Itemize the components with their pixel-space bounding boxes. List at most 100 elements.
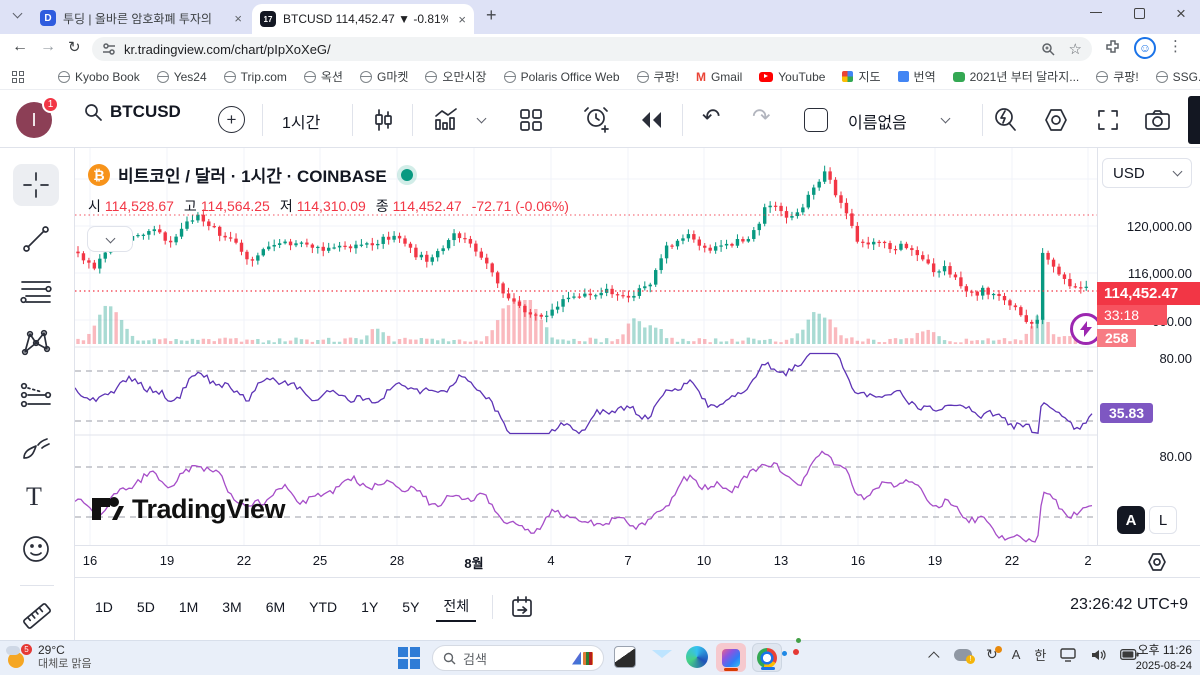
range-6m-button[interactable]: 6M xyxy=(259,595,292,619)
time-tick: 10 xyxy=(697,553,711,568)
redo-icon[interactable]: ↷ xyxy=(752,104,770,130)
legend-collapse-button[interactable] xyxy=(87,226,133,252)
replay-icon[interactable] xyxy=(638,108,664,132)
emoji-tool-icon[interactable] xyxy=(21,534,51,564)
browser-tab-active[interactable]: 17 BTCUSD 114,452.47 ▼ -0.81% × xyxy=(252,4,474,34)
goto-date-icon[interactable] xyxy=(509,594,535,620)
brush-tool-icon[interactable] xyxy=(20,432,52,464)
taskbar-app-edge[interactable] xyxy=(686,646,708,668)
axis-settings-gear-icon[interactable] xyxy=(1146,551,1168,573)
horizontal-lines-tool-icon[interactable] xyxy=(20,276,52,306)
browser-tab-inactive[interactable]: D 투딩 | 올바른 암호화폐 투자의 × xyxy=(32,4,250,32)
ime-mode-korean[interactable]: 한 xyxy=(1034,645,1046,664)
ime-mode-a[interactable]: A xyxy=(1012,647,1021,662)
bookmark-item[interactable]: 쿠팡! xyxy=(1096,68,1138,85)
apps-grid-icon[interactable] xyxy=(12,71,24,83)
bookmark-item[interactable]: MGmail xyxy=(696,70,742,84)
log-scale-button[interactable]: L xyxy=(1149,506,1177,534)
bookmark-item[interactable]: SSG.COM xyxy=(1156,70,1200,84)
window-close-button[interactable]: × xyxy=(1176,4,1186,24)
sync-icon[interactable]: ↻ xyxy=(986,646,998,663)
taskbar-app-copilot[interactable] xyxy=(716,643,746,672)
site-info-icon[interactable] xyxy=(102,42,116,56)
range-ytd-button[interactable]: YTD xyxy=(302,595,344,619)
trading-panel-handle[interactable] xyxy=(1188,96,1200,144)
bookmark-item[interactable]: 번역 xyxy=(898,68,936,85)
bookmark-item[interactable]: Kyobo Book xyxy=(58,70,140,84)
currency-toggle-button[interactable]: USD xyxy=(1102,158,1192,188)
display-icon[interactable] xyxy=(1060,648,1076,662)
range-5y-button[interactable]: 5Y xyxy=(395,595,426,619)
window-minimize-button[interactable] xyxy=(1090,12,1102,13)
new-tab-button[interactable]: + xyxy=(486,5,497,26)
settings-gear-icon[interactable] xyxy=(1042,106,1070,134)
bookmark-item[interactable]: YouTube xyxy=(759,70,825,84)
measure-ruler-tool-icon[interactable] xyxy=(19,598,55,634)
trend-line-tool-icon[interactable] xyxy=(21,224,51,254)
bookmark-item[interactable]: Yes24 xyxy=(157,70,207,84)
bookmark-star-icon[interactable]: ☆ xyxy=(1069,40,1082,58)
range-5d-button[interactable]: 5D xyxy=(130,595,162,619)
window-maximize-button[interactable] xyxy=(1134,8,1145,19)
fullscreen-icon[interactable] xyxy=(1096,108,1120,132)
bookmark-item[interactable]: Trip.com xyxy=(224,70,287,84)
url-bar[interactable]: kr.tradingview.com/chart/pIpXoXeG/ ☆ xyxy=(92,37,1092,61)
range-3m-button[interactable]: 3M xyxy=(215,595,248,619)
bookmark-item[interactable]: 오만시장 xyxy=(425,68,486,85)
time-tick: 25 xyxy=(313,553,327,568)
range-1m-button[interactable]: 1M xyxy=(172,595,205,619)
profile-avatar-icon[interactable]: ☺ xyxy=(1134,37,1156,59)
layout-grid-icon[interactable] xyxy=(518,107,544,133)
alert-icon[interactable] xyxy=(582,105,612,135)
quick-search-icon[interactable] xyxy=(992,106,1018,134)
extensions-puzzle-icon[interactable] xyxy=(1105,39,1121,55)
tab-close-icon[interactable]: × xyxy=(458,12,466,27)
zoom-page-icon[interactable] xyxy=(1041,42,1055,56)
chat-icon xyxy=(953,72,965,82)
tab-close-icon[interactable]: × xyxy=(234,11,242,26)
undo-icon[interactable]: ↶ xyxy=(702,104,720,130)
globe-icon xyxy=(304,71,316,83)
taskbar-search-box[interactable]: 검색 xyxy=(432,645,604,671)
bookmark-item[interactable]: G마켓 xyxy=(360,68,408,85)
reload-icon[interactable]: ↻ xyxy=(68,38,81,56)
range-1d-button[interactable]: 1D xyxy=(88,595,120,619)
start-button[interactable] xyxy=(398,647,420,669)
interval-button[interactable]: 1시간 xyxy=(282,109,320,133)
forward-icon[interactable]: → xyxy=(40,38,56,56)
clock-utc[interactable]: 23:26:42 UTC+9 xyxy=(1070,596,1188,614)
bookmark-item[interactable]: 쿠팡! xyxy=(637,68,679,85)
onedrive-icon[interactable]: ! xyxy=(954,649,972,661)
indicators-icon[interactable] xyxy=(432,106,460,134)
bookmark-item[interactable]: 지도 xyxy=(842,68,880,85)
range-1y-button[interactable]: 1Y xyxy=(354,595,385,619)
market-status-dot[interactable] xyxy=(401,169,413,181)
url-text[interactable]: kr.tradingview.com/chart/pIpXoXeG/ xyxy=(124,42,331,57)
volume-icon[interactable] xyxy=(1090,648,1106,662)
compare-add-button[interactable]: + xyxy=(218,106,245,133)
taskbar-app-notepad[interactable] xyxy=(614,646,636,668)
tab-favicon: D xyxy=(40,10,56,26)
back-icon[interactable]: ← xyxy=(12,38,28,56)
current-price-label: 114,452.47 33:18 xyxy=(1097,282,1200,325)
layout-name-button[interactable]: 이름없음 xyxy=(848,109,907,133)
symbol-search-button[interactable]: BTCUSD xyxy=(84,102,181,122)
bookmark-item[interactable]: Polaris Office Web xyxy=(504,70,620,84)
system-tray[interactable]: ! ↻ A 한 xyxy=(932,645,1139,664)
range-all-button[interactable]: 전체 xyxy=(436,592,476,622)
browser-menu-icon[interactable]: ⋮ xyxy=(1168,37,1183,55)
xabcd-pattern-tool-icon[interactable] xyxy=(20,326,52,358)
projection-tool-icon[interactable] xyxy=(20,380,52,410)
taskbar-app-chrome-active[interactable] xyxy=(752,643,782,672)
chart-style-candles-icon[interactable] xyxy=(370,107,396,133)
auto-scale-button[interactable]: A xyxy=(1117,506,1145,534)
bookmark-item[interactable]: 옥션 xyxy=(304,68,343,85)
layout-select-icon[interactable] xyxy=(804,108,828,132)
crosshair-tool-active[interactable] xyxy=(13,164,59,206)
tray-clock[interactable]: 오후 11:26 2025-08-24 xyxy=(1136,643,1192,673)
bookmark-item[interactable]: 2021년 부터 달라지... xyxy=(953,68,1080,85)
taskbar-weather-widget[interactable]: 5 29°C 대체로 맑음 xyxy=(6,643,92,672)
symbol-legend[interactable]: ₿ 비트코인 / 달러 · 1시간 · COINBASE xyxy=(88,162,413,187)
text-tool-icon[interactable]: T xyxy=(26,482,42,512)
snapshot-camera-icon[interactable] xyxy=(1144,107,1171,133)
